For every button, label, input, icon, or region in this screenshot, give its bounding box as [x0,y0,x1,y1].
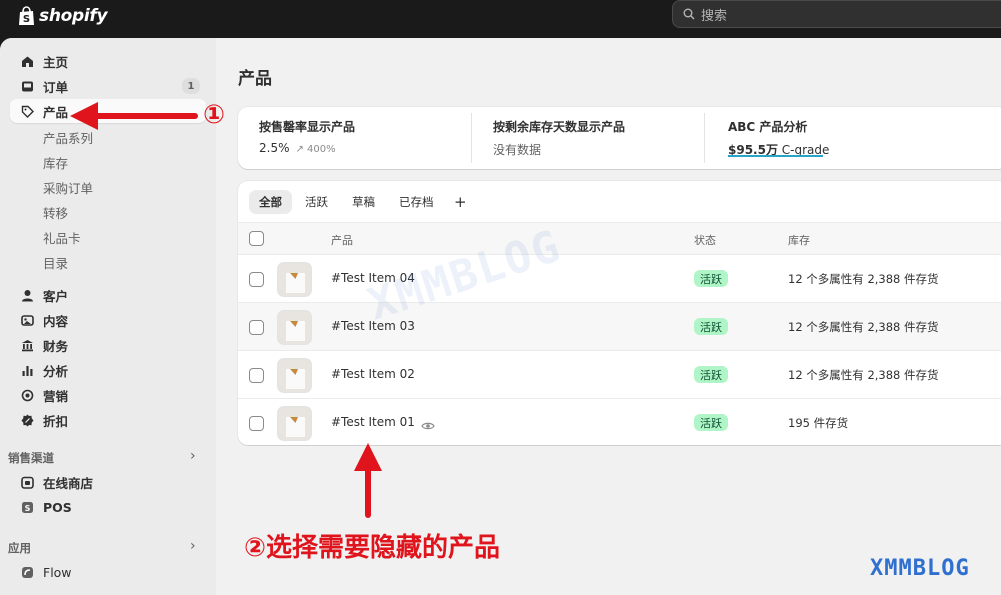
annotation-step-2: ②选择需要隐藏的产品 [244,533,501,563]
arrow-to-products [70,102,198,130]
arrow-to-product-row [354,443,382,518]
annotation-arrows [70,102,382,518]
annotation-step-1: ① [203,100,226,130]
watermark-corner: XMMBLOG [870,556,970,581]
